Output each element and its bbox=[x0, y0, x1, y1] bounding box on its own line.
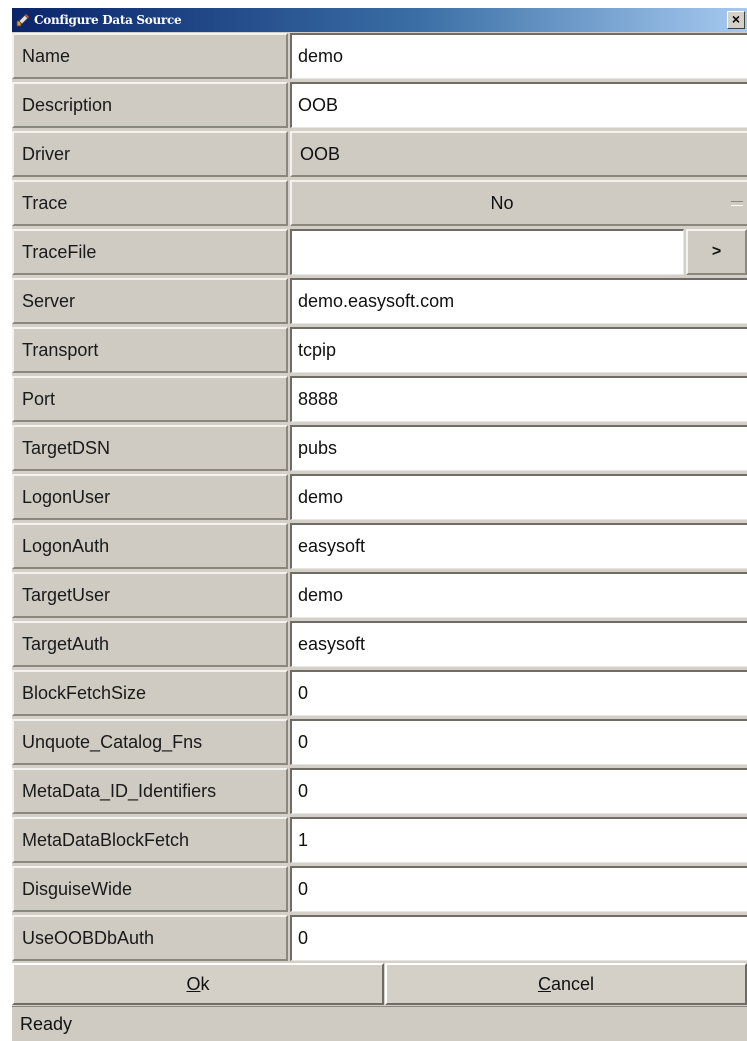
field-row-tracefile: TraceFile > bbox=[12, 228, 747, 277]
ok-label-rest: k bbox=[200, 974, 210, 994]
configure-data-source-window: Configure Data Source × Name demo Descri… bbox=[12, 8, 747, 1041]
field-row-logonuser: LogonUser demo bbox=[12, 473, 747, 522]
targetauth-input[interactable]: easysoft bbox=[290, 621, 747, 667]
field-label-blockfetchsize: BlockFetchSize bbox=[12, 670, 288, 716]
field-row-targetuser: TargetUser demo bbox=[12, 571, 747, 620]
field-label-port: Port bbox=[12, 376, 288, 422]
field-label-trace: Trace bbox=[12, 180, 288, 226]
window-title: Configure Data Source bbox=[34, 13, 182, 27]
cancel-mnemonic: C bbox=[537, 974, 551, 994]
field-row-name: Name demo bbox=[12, 32, 747, 81]
app-tool-icon bbox=[15, 12, 31, 28]
title-bar[interactable]: Configure Data Source × bbox=[12, 8, 747, 32]
metadata-id-identifiers-input[interactable]: 0 bbox=[290, 768, 747, 814]
field-row-logonauth: LogonAuth easysoft bbox=[12, 522, 747, 571]
cancel-label-rest: ancel bbox=[550, 974, 595, 994]
field-label-unquote-catalog-fns: Unquote_Catalog_Fns bbox=[12, 719, 288, 765]
field-row-useoobdbauth: UseOOBDbAuth 0 bbox=[12, 914, 747, 963]
field-row-port: Port 8888 bbox=[12, 375, 747, 424]
field-label-server: Server bbox=[12, 278, 288, 324]
field-row-disguisewide: DisguiseWide 0 bbox=[12, 865, 747, 914]
field-label-targetdsn: TargetDSN bbox=[12, 425, 288, 471]
tracefile-browse-button[interactable]: > bbox=[686, 229, 747, 275]
field-row-unquote-catalog-fns: Unquote_Catalog_Fns 0 bbox=[12, 718, 747, 767]
blockfetchsize-input[interactable]: 0 bbox=[290, 670, 747, 716]
trace-selected-value: No bbox=[490, 193, 514, 213]
description-input[interactable]: OOB bbox=[290, 82, 747, 128]
field-row-metadata-id-identifiers: MetaData_ID_Identifiers 0 bbox=[12, 767, 747, 816]
targetuser-input[interactable]: demo bbox=[290, 572, 747, 618]
tracefile-input[interactable] bbox=[290, 229, 684, 275]
field-label-targetuser: TargetUser bbox=[12, 572, 288, 618]
server-input[interactable]: demo.easysoft.com bbox=[290, 278, 747, 324]
field-row-trace: Trace No bbox=[12, 179, 747, 228]
close-icon[interactable]: × bbox=[727, 11, 745, 29]
field-label-description: Description bbox=[12, 82, 288, 128]
field-row-description: Description OOB bbox=[12, 81, 747, 130]
metadatablockfetch-input[interactable]: 1 bbox=[290, 817, 747, 863]
field-row-targetdsn: TargetDSN pubs bbox=[12, 424, 747, 473]
field-row-metadatablockfetch: MetaDataBlockFetch 1 bbox=[12, 816, 747, 865]
transport-input[interactable]: tcpip bbox=[290, 327, 747, 373]
disguisewide-input[interactable]: 0 bbox=[290, 866, 747, 912]
useoobdbauth-input[interactable]: 0 bbox=[290, 915, 747, 961]
logonauth-input[interactable]: easysoft bbox=[290, 523, 747, 569]
field-row-driver: Driver OOB bbox=[12, 130, 747, 179]
status-bar: Ready bbox=[12, 1006, 747, 1041]
cancel-button[interactable]: Cancel bbox=[385, 963, 747, 1005]
targetdsn-input[interactable]: pubs bbox=[290, 425, 747, 471]
field-label-metadatablockfetch: MetaDataBlockFetch bbox=[12, 817, 288, 863]
name-input[interactable]: demo bbox=[290, 33, 747, 79]
field-label-transport: Transport bbox=[12, 327, 288, 373]
ok-mnemonic: O bbox=[186, 974, 201, 994]
unquote-catalog-fns-input[interactable]: 0 bbox=[290, 719, 747, 765]
field-label-driver: Driver bbox=[12, 131, 288, 177]
driver-value: OOB bbox=[290, 131, 747, 177]
field-label-tracefile: TraceFile bbox=[12, 229, 288, 275]
field-label-logonauth: LogonAuth bbox=[12, 523, 288, 569]
field-label-targetauth: TargetAuth bbox=[12, 621, 288, 667]
field-label-name: Name bbox=[12, 33, 288, 79]
field-row-transport: Transport tcpip bbox=[12, 326, 747, 375]
field-label-disguisewide: DisguiseWide bbox=[12, 866, 288, 912]
field-row-targetauth: TargetAuth easysoft bbox=[12, 620, 747, 669]
port-input[interactable]: 8888 bbox=[290, 376, 747, 422]
field-label-useoobdbauth: UseOOBDbAuth bbox=[12, 915, 288, 961]
logonuser-input[interactable]: demo bbox=[290, 474, 747, 520]
dropdown-indicator-icon bbox=[731, 201, 743, 206]
field-row-blockfetchsize: BlockFetchSize 0 bbox=[12, 669, 747, 718]
trace-dropdown[interactable]: No bbox=[290, 180, 747, 226]
field-label-logonuser: LogonUser bbox=[12, 474, 288, 520]
field-label-metadata-id-identifiers: MetaData_ID_Identifiers bbox=[12, 768, 288, 814]
settings-form: Name demo Description OOB Driver OOB Tra… bbox=[12, 32, 747, 963]
ok-button[interactable]: Ok bbox=[12, 963, 384, 1005]
dialog-buttons: Ok Cancel bbox=[12, 963, 747, 1005]
field-row-server: Server demo.easysoft.com bbox=[12, 277, 747, 326]
